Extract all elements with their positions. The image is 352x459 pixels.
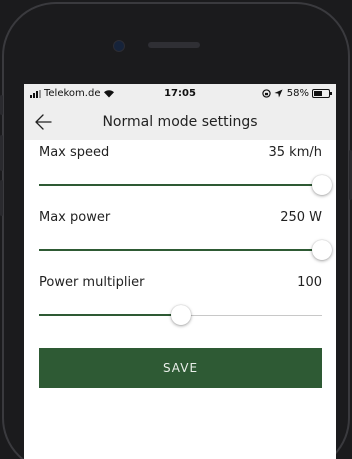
slider-thumb[interactable] — [171, 305, 191, 325]
location-arrow-icon — [274, 89, 283, 98]
battery-percent: 58% — [286, 88, 309, 99]
max-power-slider[interactable] — [39, 239, 332, 263]
slider-thumb[interactable] — [312, 240, 332, 260]
max-power-label: Max power — [39, 210, 111, 225]
save-button[interactable]: SAVE — [39, 348, 322, 388]
status-right-group: 58% — [262, 88, 332, 99]
status-bar: Telekom.de 17:05 58% — [24, 84, 336, 104]
slider-fill — [39, 314, 181, 316]
app-screen: Telekom.de 17:05 58% Normal mode setting… — [24, 84, 336, 459]
mute-switch — [0, 95, 3, 115]
slider-fill — [39, 184, 322, 186]
max-speed-label: Max speed — [39, 145, 110, 160]
volume-down-button — [0, 180, 3, 216]
battery-icon — [312, 89, 332, 98]
volume-up-button — [0, 135, 3, 171]
phone-frame: Telekom.de 17:05 58% Normal mode setting… — [0, 0, 352, 459]
battery-fill — [314, 91, 322, 96]
navigation-bar: Normal mode settings — [24, 104, 336, 140]
max-power-value: 250 W — [280, 210, 322, 225]
earpiece-speaker — [148, 42, 200, 48]
max-speed-value: 35 km/h — [268, 145, 323, 160]
slider-fill — [39, 249, 322, 251]
power-multiplier-value: 100 — [297, 275, 322, 290]
page-title: Normal mode settings — [102, 114, 258, 130]
power-multiplier-slider[interactable] — [39, 304, 322, 328]
slider-thumb[interactable] — [312, 175, 332, 195]
rotation-lock-icon — [262, 89, 271, 98]
front-camera — [113, 40, 125, 52]
power-multiplier-label: Power multiplier — [39, 275, 145, 290]
max-speed-slider[interactable] — [39, 174, 332, 198]
